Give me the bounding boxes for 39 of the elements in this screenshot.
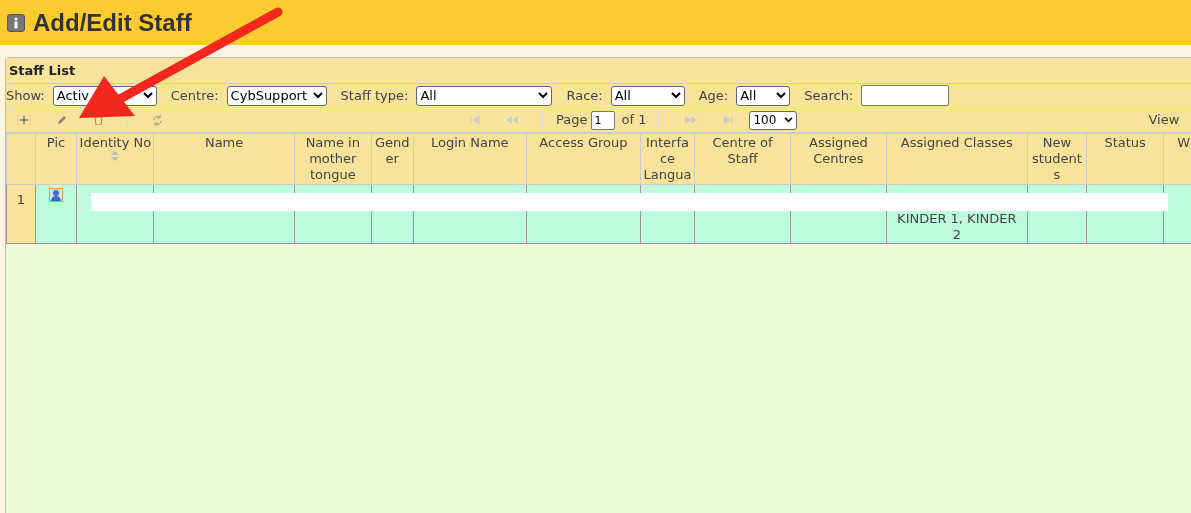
next-page-icon[interactable] xyxy=(685,116,698,124)
last-page-icon[interactable] xyxy=(723,116,734,124)
column-header[interactable]: New students xyxy=(1029,135,1085,183)
filter-label: Age: xyxy=(698,86,729,105)
chevron-icon xyxy=(312,92,323,99)
page-size-select[interactable]: 100 xyxy=(749,110,798,130)
chevron-icon xyxy=(784,117,794,123)
trash-icon[interactable] xyxy=(94,115,103,125)
chevron-icon xyxy=(670,92,681,99)
refresh-icon[interactable] xyxy=(152,114,163,126)
row-number: 1 xyxy=(16,192,25,207)
panel-title: Staff List xyxy=(9,61,76,80)
chevron-icon xyxy=(538,92,549,99)
filter-select[interactable]: All xyxy=(736,85,791,106)
filter-select[interactable]: All xyxy=(610,85,685,106)
table-cell-text: KINDER 1, KINDER 2 xyxy=(896,211,1018,243)
chevron-icon xyxy=(142,92,153,99)
avatar-icon[interactable] xyxy=(49,188,64,202)
pencil-icon[interactable] xyxy=(57,115,67,125)
filter-label: Staff type: xyxy=(340,86,409,105)
chevron-icon xyxy=(776,92,787,99)
filter-select[interactable]: All xyxy=(416,85,553,106)
info-icon xyxy=(7,13,25,32)
view-records-text: View xyxy=(1148,111,1180,130)
filter-label: Show: xyxy=(6,86,45,105)
filter-label: Race: xyxy=(566,86,603,105)
filter-select[interactable]: CybSupport xyxy=(226,85,327,106)
add-icon[interactable] xyxy=(19,115,31,125)
page-label: Page xyxy=(556,111,588,130)
filter-label: Centre: xyxy=(170,86,219,105)
sort-icon[interactable] xyxy=(111,151,120,161)
previous-page-icon[interactable] xyxy=(506,116,518,124)
first-page-icon[interactable] xyxy=(470,116,480,124)
page-field[interactable]: 1 xyxy=(591,110,616,130)
search-field[interactable] xyxy=(861,85,950,106)
column-header[interactable]: Interface Langua xyxy=(642,135,693,183)
filter-label: Search: xyxy=(804,86,854,105)
page-count: of 1 xyxy=(621,111,647,130)
page-title: Add/Edit Staff xyxy=(33,7,192,38)
